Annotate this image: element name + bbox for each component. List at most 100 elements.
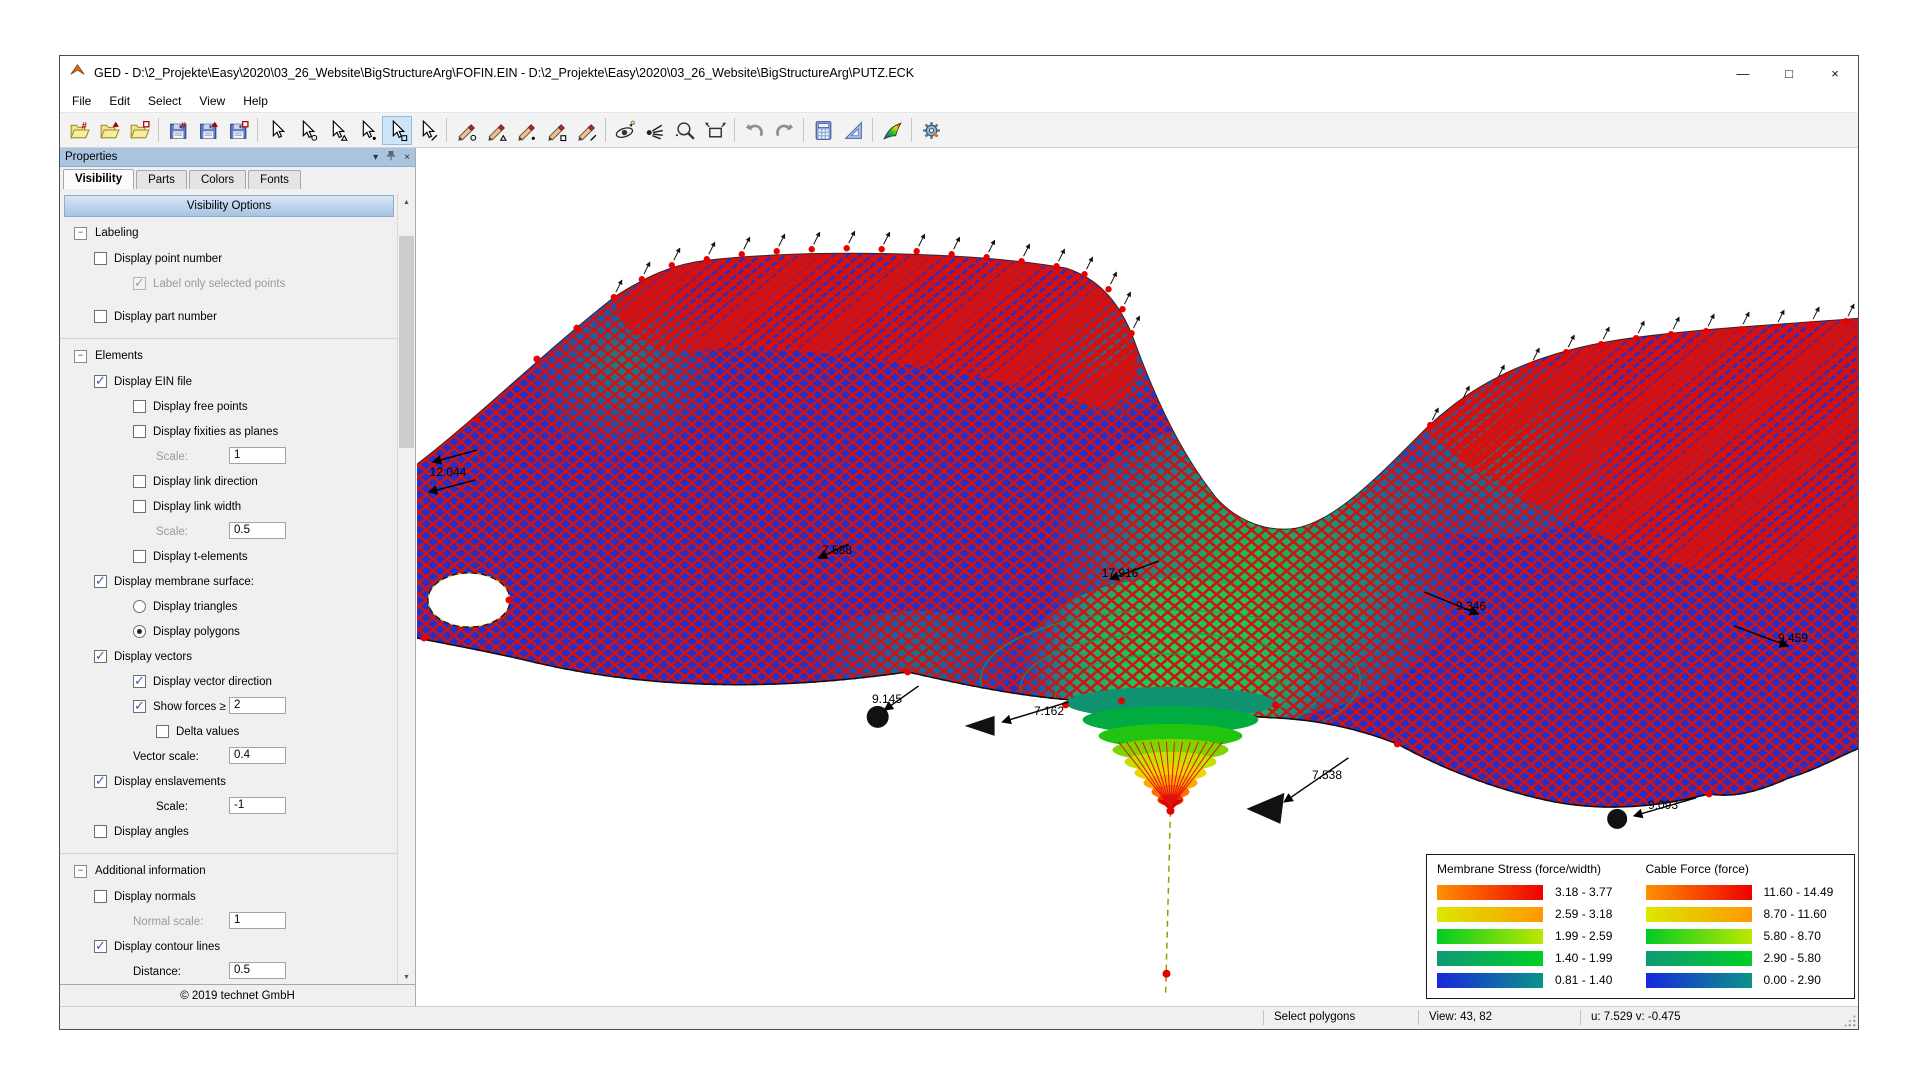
checkbox-display-normals[interactable] [94, 890, 107, 903]
zoom-window-tool-button[interactable] [700, 116, 730, 145]
checkbox-display-point-number[interactable] [94, 252, 107, 265]
radio-display-triangles[interactable] [133, 600, 146, 613]
checkbox-display-fixities-as-planes[interactable] [133, 425, 146, 438]
explode-view-tool-button[interactable] [640, 116, 670, 145]
checkbox-display-enslavements[interactable] [94, 775, 107, 788]
checkbox-display-link-direction[interactable] [133, 475, 146, 488]
vector-arrow [1743, 312, 1749, 324]
render-view-button[interactable] [877, 116, 907, 145]
collapse-icon[interactable]: − [74, 350, 87, 363]
node-dot [1118, 697, 1125, 704]
checkbox-label-only-selected-points[interactable] [133, 277, 146, 290]
select-polygons-tool-button[interactable] [382, 116, 412, 145]
pin-icon[interactable] [386, 150, 396, 164]
tab-parts[interactable]: Parts [136, 170, 187, 189]
select-elements-tool-button[interactable] [352, 116, 382, 145]
menu-edit[interactable]: Edit [100, 91, 139, 111]
checkbox-display-t-elements[interactable] [133, 550, 146, 563]
checkbox-display-vectors[interactable] [94, 650, 107, 663]
checkbox-display-vector-direction[interactable] [133, 675, 146, 688]
input-scale[interactable]: 1 [229, 447, 286, 464]
legend-range: 8.70 - 11.60 [1764, 907, 1827, 921]
svg-text:#: # [81, 119, 87, 130]
node-dot [1563, 349, 1569, 355]
open-file-triangle-button[interactable] [94, 116, 124, 145]
menu-file[interactable]: File [63, 91, 100, 111]
scrollbar-thumb[interactable] [399, 236, 414, 448]
vector-arrow [1603, 327, 1609, 339]
checkbox-show-forces[interactable] [133, 700, 146, 713]
minimize-button[interactable]: — [1720, 56, 1766, 90]
menu-help[interactable]: Help [234, 91, 277, 111]
panel-scrollbar[interactable]: ▲ ▼ [397, 194, 415, 985]
input-scale[interactable]: 0.5 [229, 522, 286, 539]
checkbox-display-angles[interactable] [94, 825, 107, 838]
menu-select[interactable]: Select [139, 91, 190, 111]
scroll-up-icon[interactable]: ▲ [398, 194, 415, 210]
section-divider [60, 338, 398, 339]
node-dot [1081, 271, 1087, 277]
section-title: Additional information [95, 865, 206, 877]
close-panel-icon[interactable]: × [404, 152, 410, 163]
open-file-new-button[interactable]: # [64, 116, 94, 145]
zoom-tool-button[interactable] [670, 116, 700, 145]
orbit-tool-button[interactable] [610, 116, 640, 145]
select-triangles-tool-button[interactable] [322, 116, 352, 145]
title-bar[interactable]: GED - D:\2_Projekte\Easy\2020\03_26_Webs… [60, 56, 1858, 90]
open-file-square-button[interactable] [124, 116, 154, 145]
save-file-square-button[interactable] [223, 116, 253, 145]
orbit-tool-icon [614, 119, 637, 142]
checkbox-delta-values[interactable] [156, 725, 169, 738]
select-tool-button[interactable] [262, 116, 292, 145]
checkbox-display-ein-file[interactable] [94, 375, 107, 388]
checkbox-display-link-width[interactable] [133, 500, 146, 513]
draw-lines-tool-button[interactable] [511, 116, 541, 145]
panel-header[interactable]: Properties ▾ × [60, 148, 415, 167]
select-parts-tool-button[interactable] [412, 116, 442, 145]
checkbox-display-contour-lines[interactable] [94, 940, 107, 953]
draw-parts-tool-button[interactable] [571, 116, 601, 145]
input-scale[interactable]: -1 [229, 797, 286, 814]
input-vector-scale[interactable]: 0.4 [229, 747, 286, 764]
resize-grip[interactable] [1843, 1014, 1856, 1027]
collapse-icon[interactable]: − [74, 227, 87, 240]
input-show-forces[interactable]: 2 [229, 697, 286, 714]
settings-button[interactable] [916, 116, 946, 145]
option-label: Delta values [176, 726, 239, 738]
section-additional-information: −Additional information [74, 863, 398, 879]
maximize-button[interactable]: □ [1766, 56, 1812, 90]
viewport-3d[interactable]: 12.0447.58817.9169.3469.4599.1457.1627.5… [417, 148, 1858, 1007]
checkbox-display-membrane-surface[interactable] [94, 575, 107, 588]
draw-triangles-tool-icon [485, 119, 508, 142]
measure-tool-button[interactable] [838, 116, 868, 145]
select-points-tool-button[interactable] [292, 116, 322, 145]
tab-visibility[interactable]: Visibility [63, 169, 134, 189]
draw-polygons-tool-button[interactable] [541, 116, 571, 145]
hanging-cable [1165, 811, 1170, 998]
save-file-triangle-button[interactable] [193, 116, 223, 145]
close-button[interactable]: × [1812, 56, 1858, 90]
tab-fonts[interactable]: Fonts [248, 170, 301, 189]
radio-display-polygons[interactable] [133, 625, 146, 638]
support-sphere [1607, 809, 1627, 829]
input-normal-scale[interactable]: 1 [229, 912, 286, 929]
legend-range: 5.80 - 8.70 [1764, 929, 1821, 943]
calculator-button[interactable] [808, 116, 838, 145]
menu-view[interactable]: View [190, 91, 234, 111]
chevron-down-icon[interactable]: ▾ [373, 152, 378, 163]
svg-text:#: # [180, 119, 186, 130]
option-label: Scale: [156, 451, 188, 463]
draw-triangles-tool-button[interactable] [481, 116, 511, 145]
input-distance[interactable]: 0.5 [229, 962, 286, 979]
undo-button[interactable] [739, 116, 769, 145]
option-row: Distance:0.5 [60, 959, 398, 984]
window-title: GED - D:\2_Projekte\Easy\2020\03_26_Webs… [94, 66, 914, 80]
save-file-new-button[interactable]: # [163, 116, 193, 145]
draw-points-tool-button[interactable] [451, 116, 481, 145]
redo-button[interactable] [769, 116, 799, 145]
tab-colors[interactable]: Colors [189, 170, 246, 189]
checkbox-display-free-points[interactable] [133, 400, 146, 413]
collapse-icon[interactable]: − [74, 865, 87, 878]
scroll-down-icon[interactable]: ▼ [398, 969, 415, 985]
checkbox-display-part-number[interactable] [94, 310, 107, 323]
